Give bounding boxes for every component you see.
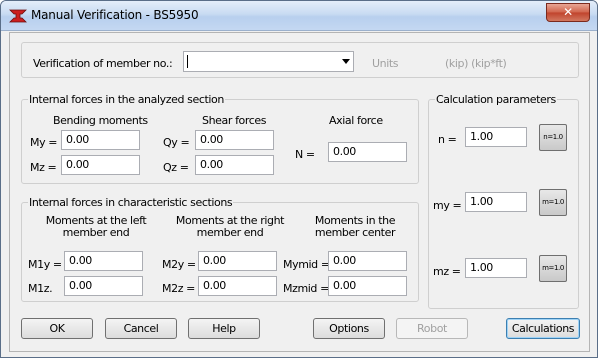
robot-app-icon	[9, 9, 27, 23]
characteristic-section-group: Internal forces in characteristic sectio…	[21, 196, 419, 302]
mzmid-label: Mzmid =	[283, 282, 329, 295]
mzmid-input[interactable]: 0.00	[328, 276, 407, 296]
n-default-button[interactable]: n=1.0	[539, 124, 567, 151]
my-label: My =	[30, 136, 58, 149]
options-button[interactable]: Options	[313, 318, 385, 339]
mymid-input[interactable]: 0.00	[328, 251, 407, 271]
param-n-label: n =	[438, 133, 457, 146]
bending-moments-heading: Bending moments	[53, 114, 148, 127]
dialog-window: Manual Verification - BS5950 ✕ Verificat…	[0, 0, 598, 358]
mz-default-button[interactable]: m=1.0	[539, 255, 567, 282]
analyzed-section-group: Internal forces in the analyzed section …	[21, 93, 419, 184]
center-heading: Moments in the member center	[305, 215, 405, 239]
mymid-label: Mymid =	[283, 258, 330, 271]
m1z-label: M1z.	[28, 282, 53, 295]
help-button[interactable]: Help	[188, 318, 260, 339]
my-input[interactable]: 0.00	[61, 130, 140, 150]
right-end-heading: Moments at the right member end	[168, 215, 292, 239]
n-label: N =	[295, 148, 315, 161]
qz-label: Qz =	[163, 161, 189, 174]
cancel-button[interactable]: Cancel	[105, 318, 177, 339]
qy-label: Qy =	[163, 136, 190, 149]
param-mz-input[interactable]: 1.00	[465, 258, 527, 278]
qy-input[interactable]: 0.00	[195, 130, 274, 150]
member-group: Verification of member no.: Units (kip) …	[21, 42, 579, 78]
close-icon: ✕	[563, 5, 573, 19]
qz-input[interactable]: 0.00	[195, 155, 274, 175]
param-my-label: my =	[433, 199, 462, 212]
center-heading-line2: member center	[314, 226, 396, 239]
window-title: Manual Verification - BS5950	[31, 8, 199, 22]
param-mz-label: mz =	[433, 265, 461, 278]
mz-label: Mz =	[30, 161, 57, 174]
m2z-input[interactable]: 0.00	[198, 276, 277, 296]
left-end-heading: Moments at the left member end	[36, 215, 156, 239]
n-input[interactable]: 0.00	[328, 142, 407, 162]
analyzed-section-title: Internal forces in the analyzed section	[28, 93, 225, 106]
chevron-down-icon[interactable]	[342, 59, 350, 64]
m2y-label: M2y =	[162, 258, 196, 271]
shear-forces-heading: Shear forces	[202, 114, 267, 127]
units-value: (kip) (kip*ft)	[445, 57, 507, 70]
dialog-client-area: Verification of member no.: Units (kip) …	[9, 32, 590, 352]
m1z-input[interactable]: 0.00	[64, 276, 143, 296]
calculation-parameters-group: Calculation parameters n = 1.00 n=1.0 my…	[428, 93, 579, 309]
units-label: Units	[372, 57, 399, 70]
member-label: Verification of member no.:	[33, 57, 173, 70]
m2z-label: M2z =	[162, 282, 195, 295]
robot-button: Robot	[396, 318, 468, 339]
text-caret	[187, 55, 188, 68]
left-end-heading-line2: member end	[62, 226, 130, 239]
param-my-input[interactable]: 1.00	[465, 192, 527, 212]
calculation-parameters-title: Calculation parameters	[435, 93, 557, 106]
param-n-input[interactable]: 1.00	[465, 127, 527, 147]
member-combobox[interactable]	[183, 51, 354, 72]
calculations-button[interactable]: Calculations	[506, 318, 580, 339]
right-end-heading-line2: member end	[196, 226, 264, 239]
my-default-button[interactable]: m=1.0	[539, 189, 567, 216]
close-button[interactable]: ✕	[546, 3, 590, 22]
axial-force-heading: Axial force	[329, 114, 383, 127]
mz-input[interactable]: 0.00	[61, 155, 140, 175]
characteristic-section-title: Internal forces in characteristic sectio…	[28, 196, 234, 209]
ok-button[interactable]: OK	[21, 318, 93, 339]
m1y-label: M1y =	[28, 258, 62, 271]
m2y-input[interactable]: 0.00	[198, 251, 277, 271]
title-bar[interactable]: Manual Verification - BS5950 ✕	[1, 1, 597, 31]
m1y-input[interactable]: 0.00	[64, 251, 143, 271]
